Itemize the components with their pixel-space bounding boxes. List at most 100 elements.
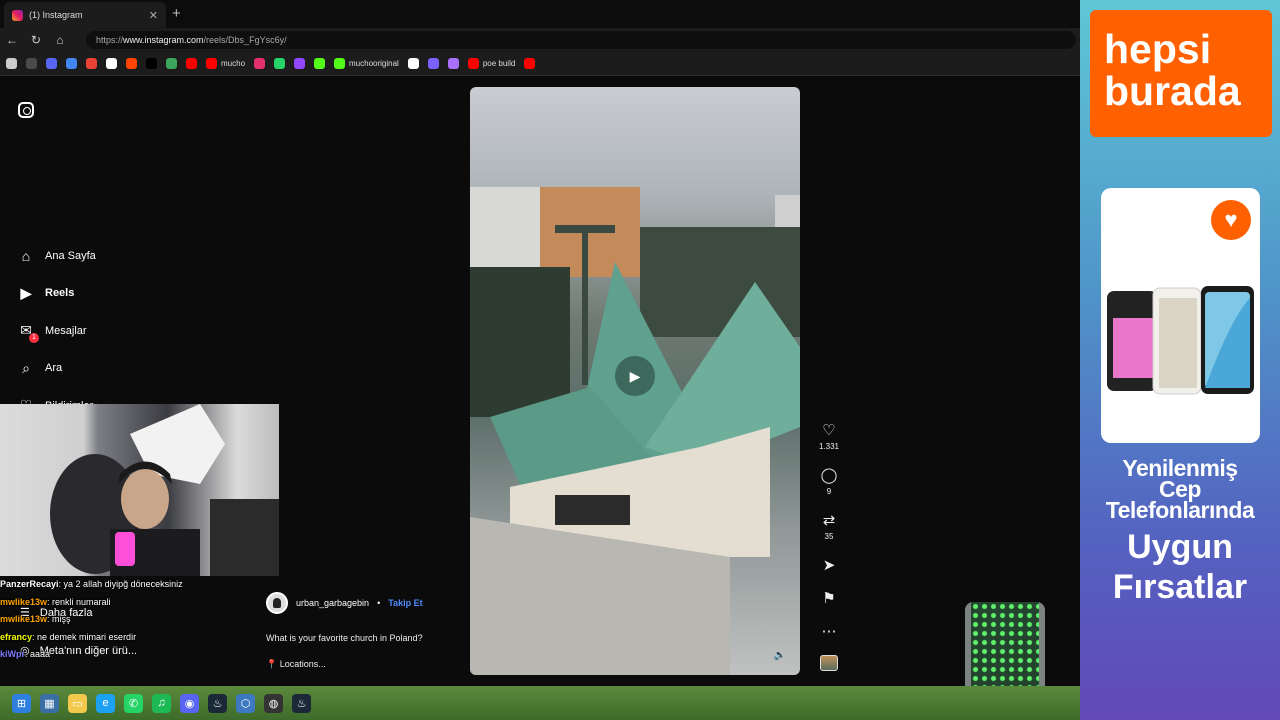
- heart-icon: ♡: [822, 422, 836, 439]
- follow-button[interactable]: Takip Et: [388, 598, 422, 608]
- bookmark-item[interactable]: [186, 58, 197, 69]
- reels-icon: ▶: [20, 284, 32, 301]
- obs-icon[interactable]: ◍: [264, 693, 283, 713]
- repost-action[interactable]: ⇄ 35: [816, 511, 842, 541]
- post-location[interactable]: 📍 Locations...: [266, 659, 423, 670]
- sidebar-item-search[interactable]: ⌕ Ara: [18, 350, 96, 388]
- comment-action[interactable]: ◯ 9: [816, 466, 842, 496]
- bookmark-item[interactable]: [26, 58, 37, 69]
- chat-message: PanzerRecayi: ya 2 allah diyipğ döneceks…: [0, 576, 260, 594]
- tab-instagram[interactable]: (1) Instagram ✕: [4, 2, 166, 28]
- back-icon[interactable]: ←: [0, 33, 24, 47]
- post-author: urban_garbagebin • Takip Et: [266, 592, 423, 614]
- chat-username[interactable]: mwlike13w: [0, 597, 47, 607]
- bookmark-item[interactable]: [447, 58, 459, 69]
- sidebar-item-messages[interactable]: ✉ 1 Mesajlar: [18, 312, 96, 350]
- bookmark-favicon-icon: [314, 58, 326, 69]
- windows-start-icon[interactable]: ⊞: [12, 693, 31, 713]
- like-count: 1.331: [818, 442, 840, 451]
- search-icon: ⌕: [22, 359, 30, 376]
- steam-icon[interactable]: ♨: [292, 693, 311, 713]
- bookmark-item[interactable]: [254, 58, 266, 69]
- sidebar-item-home[interactable]: ⌂ Ana Sayfa: [18, 237, 96, 275]
- bookmark-favicon-icon: [66, 58, 77, 69]
- bookmark-favicon-icon: [294, 58, 306, 69]
- taskbar: ⊞ ▦ ▭ e ✆ ♫ ◉ ♨ ⬡ ◍ ♨: [0, 686, 1080, 720]
- bookmark-favicon-icon: [334, 58, 346, 69]
- tab-bar: (1) Instagram ✕ +: [0, 0, 1080, 28]
- messages-icon: ✉ 1: [18, 322, 39, 343]
- widgets-icon[interactable]: ▦: [40, 693, 59, 713]
- bookmark-item[interactable]: [294, 58, 306, 69]
- repost-icon: ⇄: [822, 512, 836, 529]
- chat-text: : renkli numarali: [47, 596, 111, 607]
- bookmark-item[interactable]: [46, 58, 57, 69]
- chat-username[interactable]: mwlike13w: [0, 614, 47, 624]
- brand-line-2: burada: [1104, 68, 1241, 114]
- sidebar-nav: ⌂ Ana Sayfa ▶ Reels ✉1 Mesajlar ⌕ Ara ♡ …: [18, 237, 96, 425]
- username[interactable]: urban_garbagebin: [296, 598, 369, 608]
- bookmark-favicon-icon: [6, 58, 17, 69]
- ad-cta-2: Fırsatlar: [1112, 568, 1248, 606]
- home-icon[interactable]: ⌂: [48, 33, 72, 47]
- chat-text: : ya 2 allah diyipğ döneceksiniz: [58, 579, 183, 589]
- play-icon[interactable]: ▶: [615, 356, 655, 396]
- bookmark-item[interactable]: [6, 58, 17, 69]
- stream-chat: PanzerRecayi: ya 2 allah diyipğ döneceks…: [0, 576, 260, 664]
- like-action[interactable]: ♡ 1.331: [816, 421, 842, 451]
- chat-username[interactable]: PanzerRecayi: [0, 579, 59, 589]
- share-action[interactable]: ➤: [816, 556, 842, 574]
- bookmark-item[interactable]: [66, 58, 77, 69]
- whatsapp-icon[interactable]: ✆: [124, 693, 143, 713]
- bookmark-item[interactable]: [274, 58, 286, 69]
- bookmark-favicon-icon: [274, 58, 286, 69]
- screen: (1) Instagram ✕ + ← ↻ ⌂ https://www.inst…: [0, 0, 1280, 720]
- bookmark-item[interactable]: [314, 58, 326, 69]
- comment-count: 9: [826, 487, 832, 496]
- chat-username[interactable]: kiWpr: [0, 649, 25, 659]
- steam-icon[interactable]: ♨: [208, 693, 227, 713]
- bookmark-item[interactable]: poe build: [467, 58, 515, 69]
- ad-copy: Yenilenmiş Cep Telefonlarında Uygun Fırs…: [1080, 457, 1280, 607]
- bookmark-item[interactable]: [126, 58, 137, 69]
- reel-video[interactable]: ▶ 🔈: [470, 87, 800, 675]
- bookmark-item[interactable]: [106, 58, 117, 69]
- spotify-icon[interactable]: ♫: [152, 693, 171, 713]
- audio-thumbnail[interactable]: [820, 655, 838, 671]
- more-action[interactable]: ⋯: [816, 622, 842, 640]
- bookmark-favicon-icon: [186, 58, 197, 69]
- bookmark-item[interactable]: [524, 58, 536, 69]
- instagram-logo-icon[interactable]: [18, 102, 34, 118]
- bookmark-label: muchooriginal: [349, 59, 399, 68]
- heart-icon: ♥: [1211, 200, 1251, 240]
- chat-text: : mişş: [47, 614, 71, 624]
- url-input[interactable]: https://www.instagram.com/reels/Dbs_FgYs…: [86, 31, 1076, 49]
- file-explorer-icon[interactable]: ▭: [68, 693, 87, 713]
- new-tab-button[interactable]: +: [172, 5, 181, 22]
- discord-icon[interactable]: ◉: [180, 693, 199, 713]
- avatar[interactable]: [266, 592, 288, 614]
- bookmark-item[interactable]: [427, 58, 439, 69]
- hepsiburada-ad[interactable]: hepsi burada ♥ Yenilenmiş Cep Telefonlar…: [1080, 0, 1280, 720]
- bookmark-item[interactable]: [146, 58, 157, 69]
- volume-icon[interactable]: 🔈: [774, 650, 786, 661]
- bookmark-item[interactable]: [86, 58, 97, 69]
- edge-icon[interactable]: e: [96, 693, 115, 713]
- ad-headline-3: Telefonlarında: [1105, 497, 1255, 523]
- bookmark-item[interactable]: [166, 58, 177, 69]
- address-bar-row: ← ↻ ⌂ https://www.instagram.com/reels/Db…: [0, 28, 1080, 52]
- sidebar-item-reels[interactable]: ▶ Reels: [18, 275, 96, 313]
- bookmark-favicon-icon: [126, 58, 137, 69]
- bookmark-item[interactable]: [407, 58, 419, 69]
- network-icon[interactable]: ⬡: [236, 693, 255, 713]
- save-action[interactable]: ⚑: [816, 589, 842, 607]
- chat-text: : aaaa: [25, 649, 51, 659]
- chat-text: : ne demek mimari eserdir: [32, 631, 137, 642]
- bookmark-item[interactable]: muchooriginal: [334, 58, 399, 69]
- bookmark-favicon-icon: [524, 58, 536, 69]
- tab-close-icon[interactable]: ✕: [149, 9, 158, 22]
- bookmark-favicon-icon: [447, 58, 459, 69]
- bookmark-item[interactable]: mucho: [206, 58, 245, 69]
- chat-username[interactable]: efrancy: [0, 632, 32, 642]
- reload-icon[interactable]: ↻: [24, 33, 48, 47]
